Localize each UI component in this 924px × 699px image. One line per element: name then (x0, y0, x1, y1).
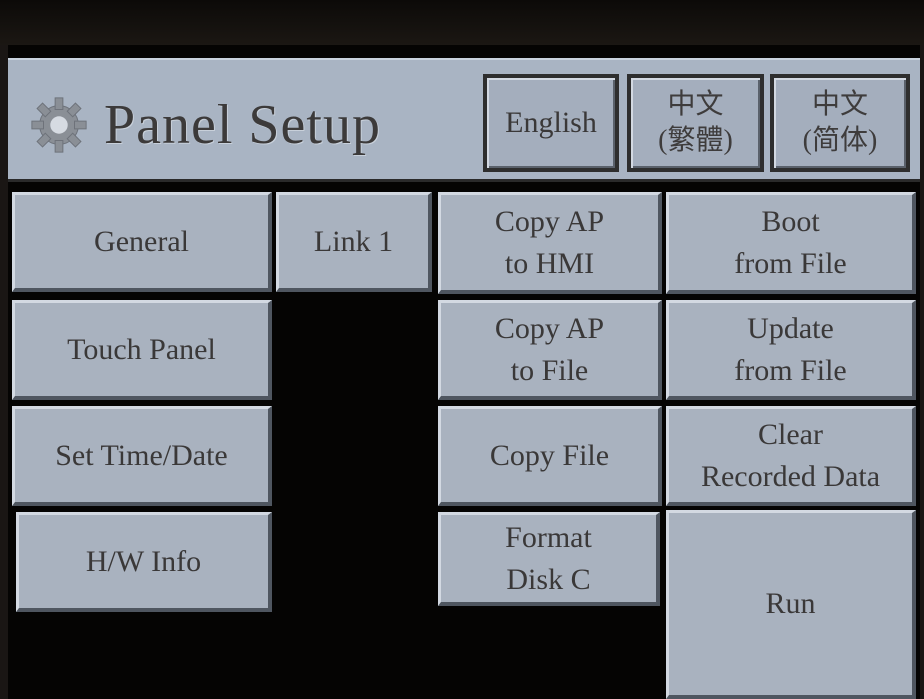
general-button[interactable]: General (12, 192, 272, 292)
link1-button[interactable]: Link 1 (276, 192, 432, 292)
hw-info-button[interactable]: H/W Info (16, 512, 272, 612)
boot-from-file-button[interactable]: Boot from File (666, 192, 916, 294)
clear-recorded-data-button[interactable]: Clear Recorded Data (666, 406, 916, 506)
copy-ap-to-hmi-button[interactable]: Copy AP to HMI (438, 192, 662, 294)
title-area: Panel Setup (28, 80, 381, 170)
language-english-button[interactable]: English (483, 74, 619, 172)
format-disk-c-button[interactable]: Format Disk C (438, 512, 660, 606)
device-bezel (0, 0, 924, 45)
language-traditional-chinese-button[interactable]: 中文 (繁體) (627, 74, 764, 172)
page-title: Panel Setup (104, 94, 381, 156)
gear-icon (31, 97, 87, 153)
update-from-file-button[interactable]: Update from File (666, 300, 916, 400)
copy-ap-to-file-button[interactable]: Copy AP to File (438, 300, 662, 400)
language-simplified-chinese-button[interactable]: 中文 (简体) (770, 74, 910, 172)
run-button[interactable]: Run (666, 510, 916, 699)
copy-file-button[interactable]: Copy File (438, 406, 662, 506)
touch-panel-button[interactable]: Touch Panel (12, 300, 272, 400)
set-time-date-button[interactable]: Set Time/Date (12, 406, 272, 506)
